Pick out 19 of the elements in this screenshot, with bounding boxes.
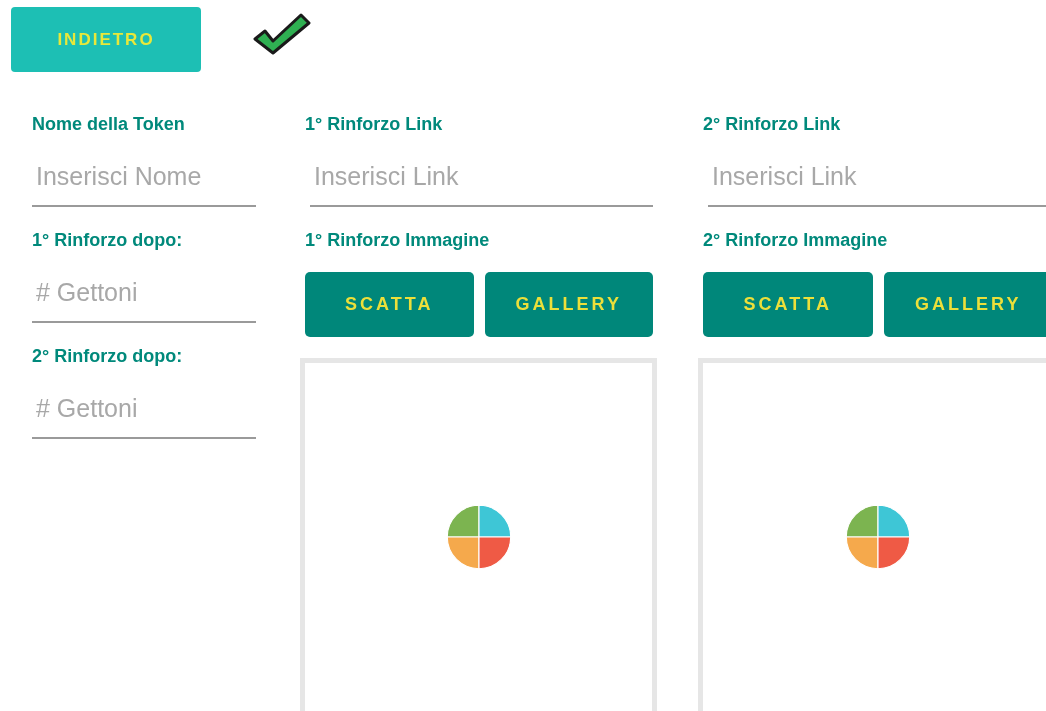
circle-logo-icon — [843, 503, 912, 571]
input-field[interactable]: Inserisci Link — [310, 135, 653, 207]
field-label: Nome della Token — [32, 113, 186, 135]
field-label: 1° Rinforzo dopo: — [32, 229, 184, 251]
input-field[interactable]: # Gettoni — [32, 251, 256, 323]
image-source-button[interactable]: SCATTA — [305, 272, 474, 337]
input-field[interactable]: Inserisci Nome — [32, 135, 256, 207]
image-source-button[interactable]: GALLERY — [883, 272, 1046, 337]
image-source-button[interactable]: GALLERY — [484, 272, 653, 337]
input-field[interactable]: # Gettoni — [32, 367, 256, 439]
circle-logo-icon — [444, 503, 513, 571]
field-label: 2° Rinforzo dopo: — [32, 345, 184, 367]
image-source-button[interactable]: SCATTA — [703, 272, 873, 337]
back-button[interactable]: INDIETRO — [11, 7, 201, 72]
field-label: 1° Rinforzo Link — [305, 113, 444, 135]
field-label: 1° Rinforzo Immagine — [305, 229, 491, 251]
input-field[interactable]: Inserisci Link — [708, 135, 1046, 207]
field-label: 2° Rinforzo Link — [703, 113, 842, 135]
field-label: 2° Rinforzo Immagine — [703, 229, 889, 251]
